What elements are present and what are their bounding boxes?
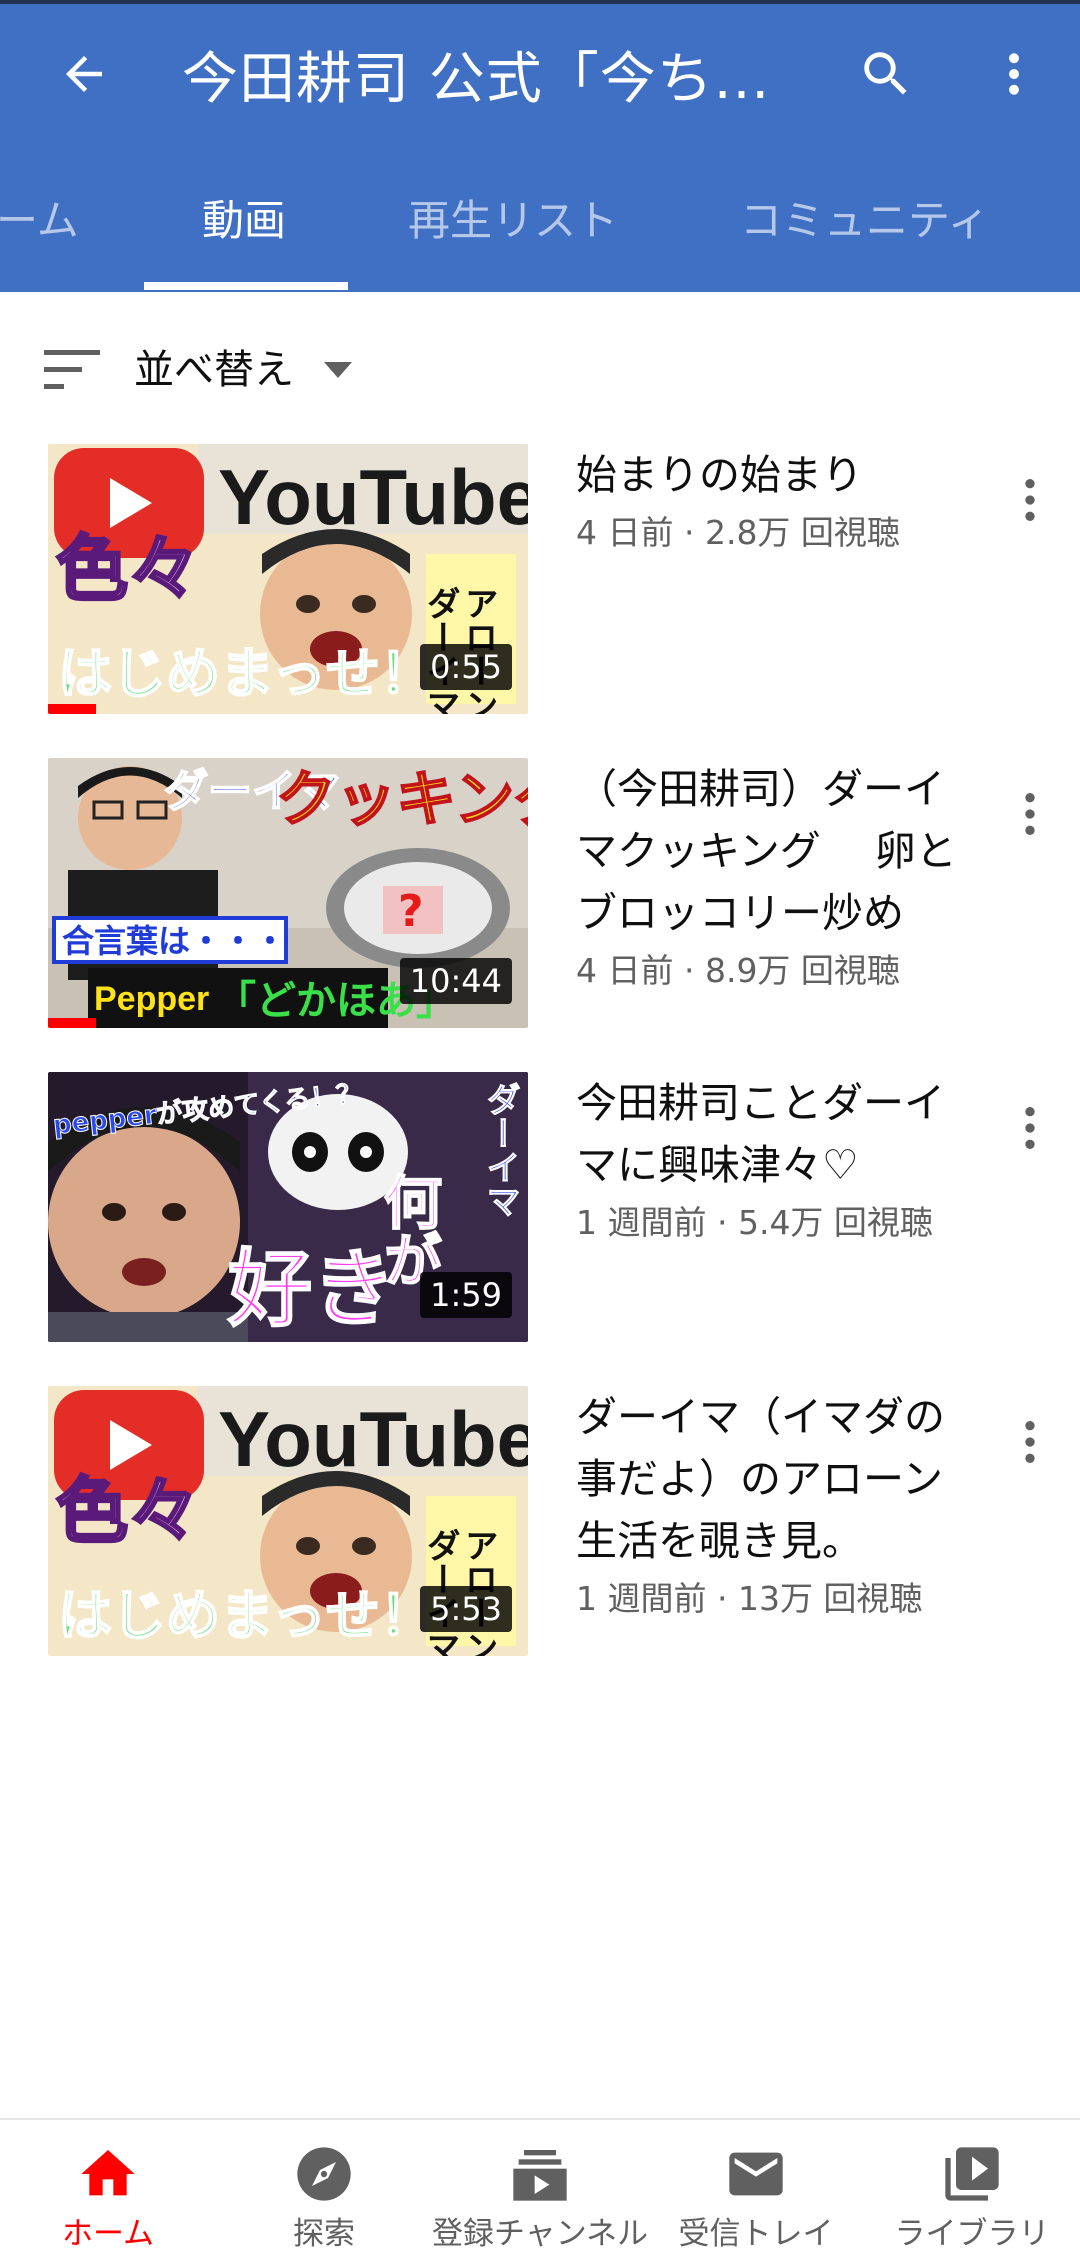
thumb-text-cooking: クッキング — [276, 765, 528, 835]
sort-button[interactable]: 並べ替え — [0, 330, 420, 410]
bottom-navigation: ホーム 探索 登録チャンネル 受信トレイ ライブラリ — [0, 2118, 1080, 2262]
more-options-button[interactable] — [974, 34, 1054, 114]
app-bar: 今田耕司 公式「今ち... ーム 動画 再生リスト コミュニティ — [0, 4, 1080, 292]
video-stats: 4 日前 · 8.9万 回視聴 — [576, 951, 900, 990]
more-vert-icon[interactable] — [1002, 1098, 1058, 1158]
tab-home[interactable]: ーム — [0, 186, 79, 256]
subscriptions-icon — [513, 2150, 567, 2201]
thumb-text-youtube: YouTube — [218, 453, 528, 541]
nav-label: ライブラリ — [894, 2216, 1050, 2252]
video-item[interactable]: YouTube 色々 はじめまっせ！ アローン ダーイマ 0:55 始まりの始ま… — [0, 444, 1080, 734]
thumb-text-daima: ダーイマ — [480, 1082, 520, 1218]
video-meta[interactable]: （今田耕司）ダーイマクッキング 卵とブロッコリー炒め 4 日前 · 8.9万 回… — [576, 758, 976, 996]
library-icon — [945, 2147, 999, 2201]
nav-explore[interactable]: 探索 — [216, 2120, 432, 2262]
video-stats: 1 週間前 · 5.4万 回視聴 — [576, 1203, 933, 1242]
nav-subscriptions[interactable]: 登録チャンネル — [432, 2120, 648, 2262]
video-thumbnail[interactable]: pepperが攻めてくる！？ 何が 好き ダーイマ 1:59 — [48, 1072, 528, 1342]
video-thumbnail[interactable]: YouTube 色々 はじめまっせ！ アローン ダーイマ 0:55 — [48, 444, 528, 714]
arrow-left-icon — [66, 56, 102, 92]
tab-playlists[interactable]: 再生リスト — [408, 186, 618, 256]
video-meta[interactable]: 始まりの始まり 4 日前 · 2.8万 回視聴 — [576, 444, 976, 558]
toolbar: 今田耕司 公式「今ち... — [0, 4, 1080, 148]
thumb-text-hajime: はじめまっせ！ — [58, 642, 434, 705]
video-item[interactable]: ? ダーイマ クッキング 合言葉は・・・ Pepper 「どかほあ」 10:44… — [0, 758, 1080, 1048]
channel-title: 今田耕司 公式「今ち... — [182, 47, 771, 112]
search-button[interactable] — [846, 34, 926, 114]
mail-icon — [729, 2152, 783, 2196]
thumb-text-hajime: はじめまっせ！ — [58, 1584, 434, 1647]
more-vert-icon[interactable] — [1002, 784, 1058, 844]
nav-inbox[interactable]: 受信トレイ — [648, 2120, 864, 2262]
video-meta[interactable]: ダーイマ（イマダの事だよ）のアローン生活を覗き見。 1 週間前 · 13万 回視… — [576, 1386, 976, 1624]
thumb-text-suki: 好き — [227, 1240, 396, 1338]
nav-label: ホーム — [61, 2216, 155, 2252]
video-item[interactable]: pepperが攻めてくる！？ 何が 好き ダーイマ 1:59 今田耕司ことダーイ… — [0, 1072, 1080, 1362]
thumb-text-youtube: YouTube — [218, 1395, 528, 1483]
thumb-text-pepper: Pepper — [94, 980, 209, 1018]
video-meta[interactable]: 今田耕司ことダーイマに興味津々♡ 1 週間前 · 5.4万 回視聴 — [576, 1072, 976, 1248]
video-duration: 5:53 — [420, 1586, 512, 1632]
video-thumbnail[interactable]: ? ダーイマ クッキング 合言葉は・・・ Pepper 「どかほあ」 10:44 — [48, 758, 528, 1028]
sort-label: 並べ替え — [134, 347, 294, 393]
nav-label: 登録チャンネル — [432, 2216, 649, 2252]
search-icon — [864, 52, 907, 95]
nav-label: 受信トレイ — [678, 2216, 834, 2252]
more-vert-icon[interactable] — [1002, 1412, 1058, 1472]
thumb-text-iroiro: 色々 — [56, 527, 200, 611]
video-title: （今田耕司）ダーイマクッキング 卵とブロッコリー炒め — [576, 765, 957, 937]
more-vert-icon[interactable] — [1002, 470, 1058, 530]
tab-community[interactable]: コミュニティ — [740, 186, 989, 256]
thumb-text-iroiro: 色々 — [56, 1469, 200, 1553]
back-button[interactable] — [44, 34, 124, 114]
home-icon — [81, 2150, 135, 2196]
video-duration: 0:55 — [420, 644, 512, 690]
video-title: 今田耕司ことダーイマに興味津々♡ — [576, 1079, 945, 1189]
video-title: 始まりの始まり — [576, 451, 863, 499]
sort-icon — [44, 350, 100, 389]
watch-progress-bar — [48, 704, 96, 714]
channel-tabs: ーム 動画 再生リスト コミュニティ — [0, 148, 1080, 292]
nav-label: 探索 — [293, 2216, 355, 2252]
video-thumbnail[interactable]: YouTube 色々 はじめまっせ！ アローン ダーイマ 5:53 — [48, 1386, 528, 1656]
video-stats: 4 日前 · 2.8万 回視聴 — [576, 513, 900, 552]
video-stats: 1 週間前 · 13万 回視聴 — [576, 1579, 923, 1618]
more-vert-icon — [1009, 53, 1019, 95]
thumb-text-aikotoba: 合言葉は・・・ — [62, 922, 286, 960]
compass-icon — [297, 2147, 351, 2201]
watch-progress-bar — [48, 1018, 96, 1028]
video-duration: 1:59 — [420, 1272, 512, 1318]
chevron-down-icon — [324, 362, 352, 378]
tab-videos[interactable]: 動画 — [202, 186, 286, 256]
active-tab-indicator — [144, 282, 348, 290]
nav-home[interactable]: ホーム — [0, 2120, 216, 2262]
video-item[interactable]: YouTube 色々 はじめまっせ！ アローン ダーイマ 5:53 ダーイマ（イ… — [0, 1386, 1080, 1676]
nav-library[interactable]: ライブラリ — [864, 2120, 1080, 2262]
video-title: ダーイマ（イマダの事だよ）のアローン生活を覗き見。 — [576, 1393, 945, 1565]
video-duration: 10:44 — [399, 958, 512, 1004]
svg-text:?: ? — [398, 886, 424, 937]
